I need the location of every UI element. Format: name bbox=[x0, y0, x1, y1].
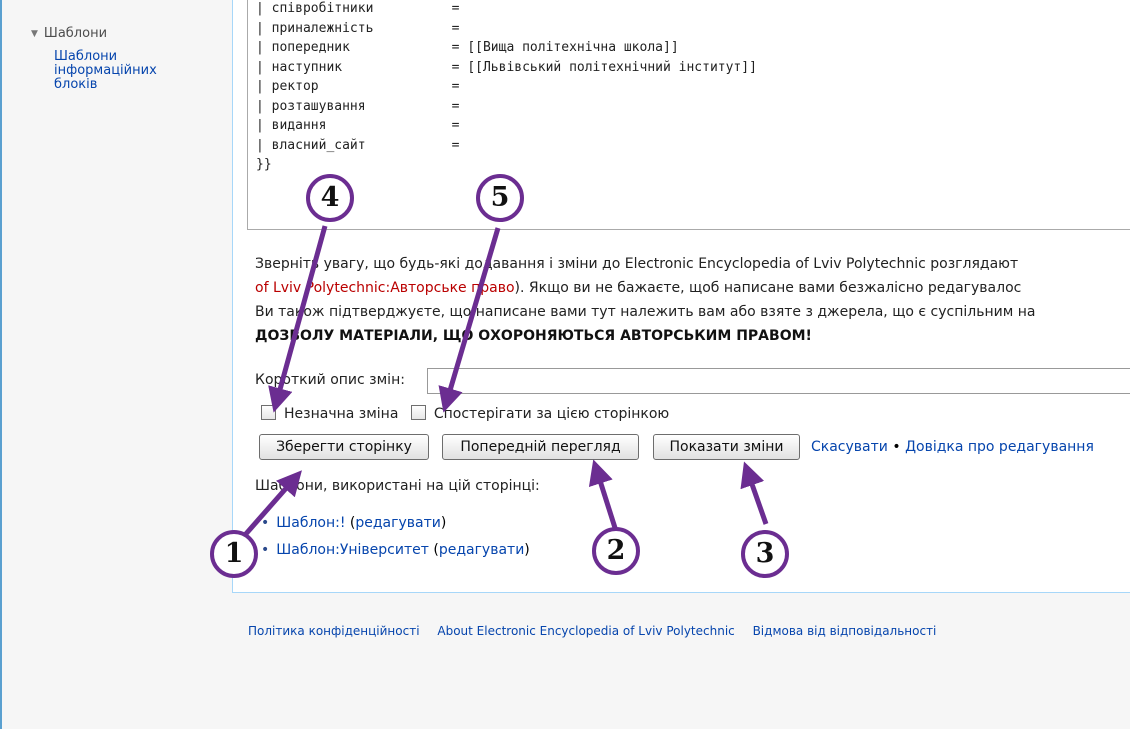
marker-5: 5 bbox=[476, 174, 524, 222]
footer: Політика конфіденційності About Electron… bbox=[248, 624, 950, 638]
sidebar-section-templates[interactable]: ▼ Шаблони bbox=[31, 26, 107, 41]
template-edit-link[interactable]: редагувати bbox=[439, 542, 524, 558]
editor-line: | наступник = [[Львівський політехнічний… bbox=[256, 59, 757, 75]
notice-line: of Lviv Polytechnic:Авторське право). Як… bbox=[255, 276, 1130, 300]
sidebar: ▼ Шаблони Шаблони інформаційних блоків bbox=[0, 0, 232, 729]
notice-line: Ви також підтверджуєте, що написане вами… bbox=[255, 304, 1036, 320]
main-content: | співробітники = | приналежність = | по… bbox=[232, 0, 1130, 593]
edit-links: Скасувати • Довідка про редагування bbox=[811, 439, 1094, 455]
cancel-link[interactable]: Скасувати bbox=[811, 439, 888, 455]
sidebar-section-title: Шаблони bbox=[43, 26, 108, 41]
editor-line: | приналежність = bbox=[256, 20, 460, 36]
minor-edit-label: Незначна зміна bbox=[284, 406, 399, 422]
show-changes-button[interactable]: Показати зміни bbox=[653, 434, 800, 460]
wikitext-editor[interactable]: | співробітники = | приналежність = | по… bbox=[247, 0, 1130, 230]
watch-page-checkbox[interactable] bbox=[410, 405, 426, 420]
summary-input[interactable] bbox=[427, 368, 1130, 394]
marker-1: 1 bbox=[210, 530, 258, 578]
marker-4: 4 bbox=[306, 174, 354, 222]
disclaimer-link[interactable]: Відмова від відповідальності bbox=[753, 624, 937, 638]
editor-line: | розташування = bbox=[256, 98, 460, 114]
template-edit-link[interactable]: редагувати bbox=[355, 515, 440, 531]
template-link[interactable]: Шаблон:! bbox=[276, 515, 345, 531]
marker-2: 2 bbox=[592, 527, 640, 575]
editor-line: | попередник = [[Вища політехнічна школа… bbox=[256, 40, 679, 55]
template-link[interactable]: Шаблон:Університет bbox=[276, 542, 429, 558]
watch-page-label: Спостерігати за цією сторінкою bbox=[433, 406, 670, 422]
summary-label: Короткий опис змін: bbox=[255, 372, 405, 388]
separator: • bbox=[892, 439, 901, 455]
notice-line: Зверніть увагу, що будь-які додавання і … bbox=[255, 256, 1019, 272]
notice-warning: ДОЗВОЛУ МАТЕРІАЛИ, ЩО ОХОРОНЯЮТЬСЯ АВТОР… bbox=[255, 328, 812, 344]
sidebar-item-infobox-templates[interactable]: Шаблони інформаційних блоків bbox=[54, 50, 184, 92]
copyright-link[interactable]: of Lviv Polytechnic:Авторське право bbox=[255, 280, 515, 296]
list-item: Шаблон:! (редагувати) bbox=[261, 510, 530, 537]
templates-heading: Шаблони, використані на цій сторінці: bbox=[255, 478, 540, 494]
editor-line: | співробітники = bbox=[256, 1, 460, 16]
notice-line: ДОЗВОЛУ МАТЕРІАЛИ, ЩО ОХОРОНЯЮТЬСЯ АВТОР… bbox=[255, 324, 1130, 348]
save-button[interactable]: Зберегти сторінку bbox=[259, 434, 429, 460]
list-item: Шаблон:Університет (редагувати) bbox=[261, 537, 530, 564]
preview-button[interactable]: Попередній перегляд bbox=[442, 434, 639, 460]
editor-line: }} bbox=[256, 157, 272, 172]
templates-list: Шаблон:! (редагувати) Шаблон:Університет… bbox=[261, 510, 530, 564]
editor-line: | видання = bbox=[256, 118, 460, 133]
editor-line: | власний_сайт = bbox=[256, 137, 460, 153]
editing-help-link[interactable]: Довідка про редагування bbox=[905, 439, 1094, 455]
collapse-triangle-icon: ▼ bbox=[31, 29, 38, 39]
checkbox-row: Незначна зміна Спостерігати за цією стор… bbox=[261, 405, 669, 422]
editor-line: | ректор = bbox=[256, 79, 460, 94]
notice-text: ). Якщо ви не бажаєте, щоб написане вами… bbox=[514, 280, 1022, 296]
about-link[interactable]: About Electronic Encyclopedia of Lviv Po… bbox=[437, 624, 734, 638]
privacy-link[interactable]: Політика конфіденційності bbox=[248, 624, 420, 638]
marker-3: 3 bbox=[741, 530, 789, 578]
minor-edit-checkbox[interactable] bbox=[261, 405, 276, 420]
copyright-notice: Зверніть увагу, що будь-які додавання і … bbox=[255, 252, 1130, 348]
